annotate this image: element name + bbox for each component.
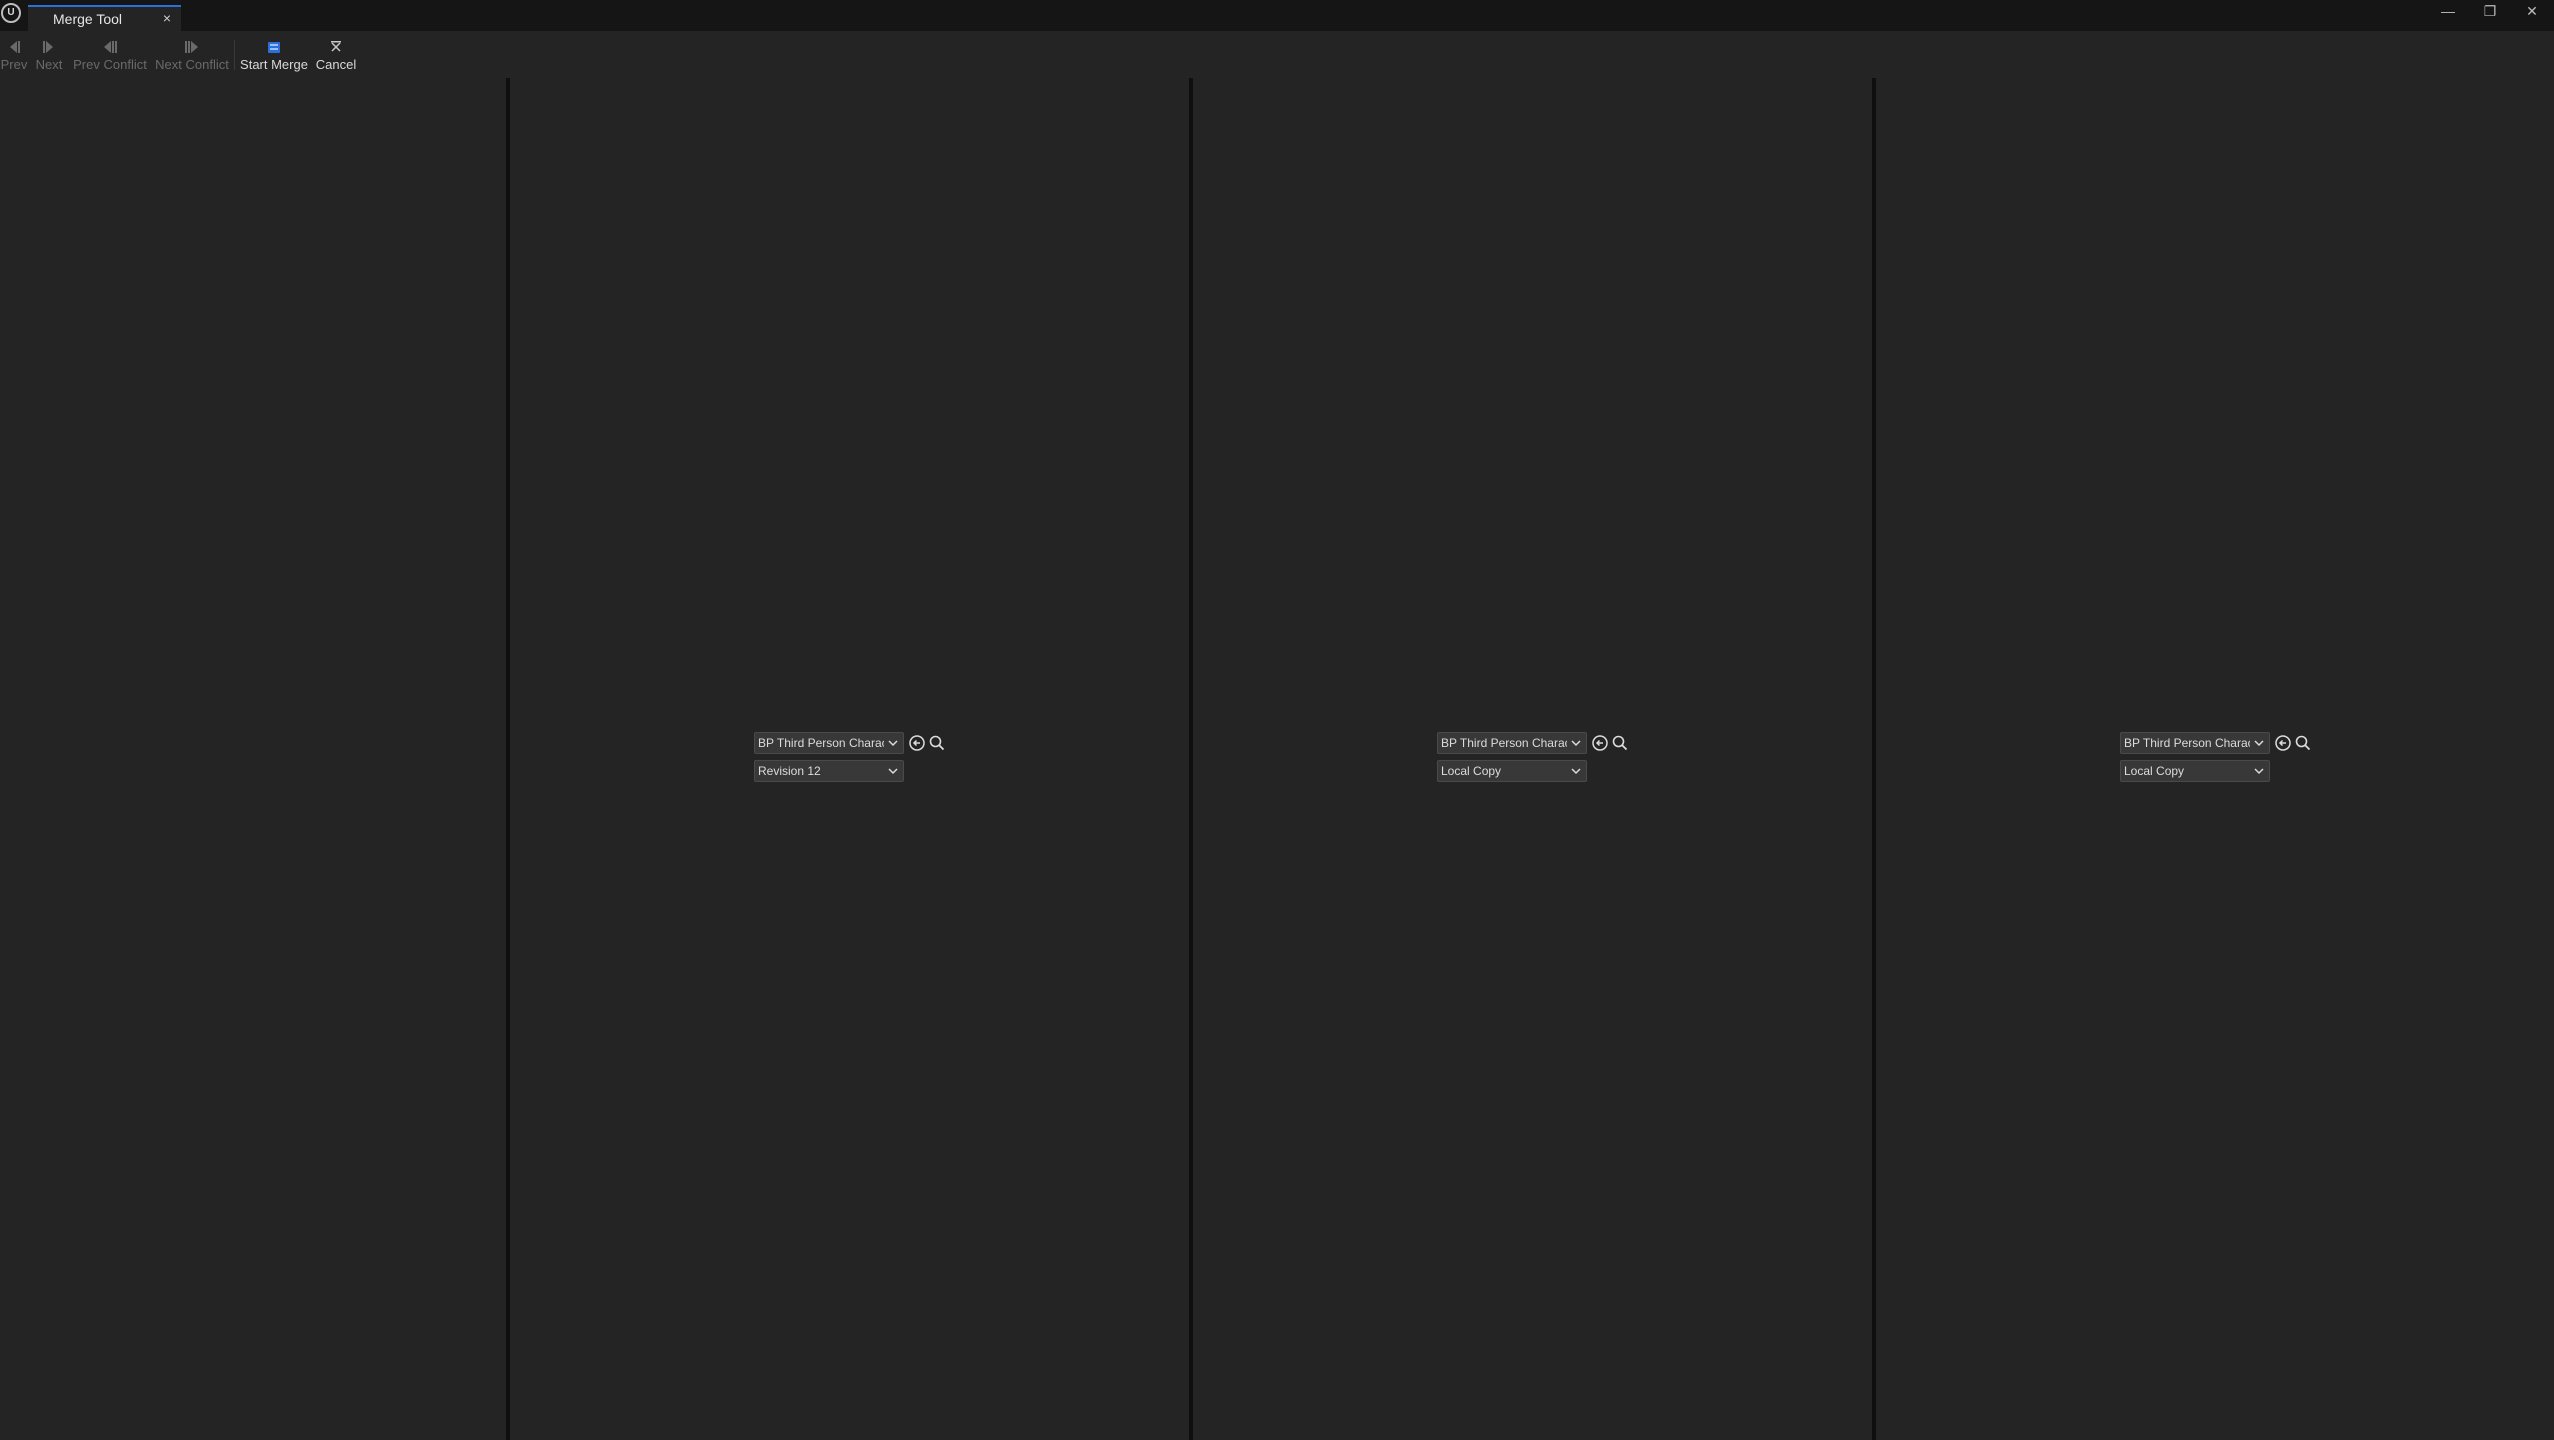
prev-conflict-icon bbox=[104, 41, 117, 53]
asset-dropdown[interactable]: BP Third Person Character bbox=[2120, 732, 2270, 754]
prev-conflict-label: Prev Conflict bbox=[73, 57, 147, 72]
next-icon bbox=[43, 41, 53, 53]
chevron-down-icon bbox=[2254, 740, 2264, 747]
revision-dropdown[interactable]: Revision 12 bbox=[754, 760, 904, 782]
browse-to-asset-icon[interactable] bbox=[2274, 734, 2292, 752]
browse-to-asset-icon[interactable] bbox=[908, 734, 926, 752]
start-merge-label: Start Merge bbox=[240, 57, 308, 72]
search-icon[interactable] bbox=[928, 734, 946, 752]
chevron-down-icon bbox=[888, 768, 898, 775]
asset-dropdown[interactable]: BP Third Person Character bbox=[1437, 732, 1587, 754]
search-icon[interactable] bbox=[1611, 734, 1629, 752]
title-bar: U Merge Tool × — ❐ ✕ bbox=[0, 0, 2554, 31]
toolbar bbox=[0, 31, 2554, 78]
asset-dropdown-text: BP Third Person Character bbox=[1441, 736, 1567, 750]
search-icon[interactable] bbox=[2294, 734, 2312, 752]
start-merge-button[interactable]: Start Merge bbox=[238, 7, 310, 72]
chevron-down-icon bbox=[2254, 768, 2264, 775]
prev-label: Prev bbox=[0, 57, 28, 72]
asset-dropdown-text: BP Third Person Character bbox=[758, 736, 884, 750]
browse-to-asset-icon[interactable] bbox=[1591, 734, 1609, 752]
asset-dropdown-text: BP Third Person Character bbox=[2124, 736, 2250, 750]
asset-dropdown[interactable]: BP Third Person Character bbox=[754, 732, 904, 754]
panel-divider[interactable] bbox=[506, 78, 510, 1440]
start-merge-icon bbox=[268, 42, 280, 53]
minimize-button[interactable]: — bbox=[2428, 0, 2468, 24]
next-button[interactable]: Next bbox=[34, 7, 64, 72]
revision-dropdown-text: Revision 12 bbox=[758, 764, 821, 778]
restore-button[interactable]: ❐ bbox=[2470, 0, 2510, 24]
panel-divider[interactable] bbox=[1189, 78, 1193, 1440]
chevron-down-icon bbox=[888, 740, 898, 747]
cancel-icon bbox=[331, 41, 341, 52]
cancel-label: Cancel bbox=[315, 57, 357, 72]
prev-button[interactable]: Prev bbox=[0, 7, 28, 72]
toolbar-separator bbox=[234, 40, 235, 70]
revision-dropdown[interactable]: Local Copy bbox=[2120, 760, 2270, 782]
chevron-down-icon bbox=[1571, 740, 1581, 747]
next-conflict-label: Next Conflict bbox=[155, 57, 229, 72]
revision-dropdown-text: Local Copy bbox=[1441, 764, 1502, 778]
revision-dropdown-text: Local Copy bbox=[2124, 764, 2185, 778]
next-conflict-icon bbox=[185, 41, 198, 53]
next-label: Next bbox=[35, 57, 63, 72]
panel-divider[interactable] bbox=[1872, 78, 1876, 1440]
revision-dropdown[interactable]: Local Copy bbox=[1437, 760, 1587, 782]
close-window-button[interactable]: ✕ bbox=[2512, 0, 2552, 24]
next-conflict-button[interactable]: Next Conflict bbox=[154, 7, 230, 72]
chevron-down-icon bbox=[1571, 768, 1581, 775]
prev-conflict-button[interactable]: Prev Conflict bbox=[72, 7, 148, 72]
cancel-button[interactable]: Cancel bbox=[314, 7, 358, 72]
prev-icon bbox=[10, 41, 20, 53]
